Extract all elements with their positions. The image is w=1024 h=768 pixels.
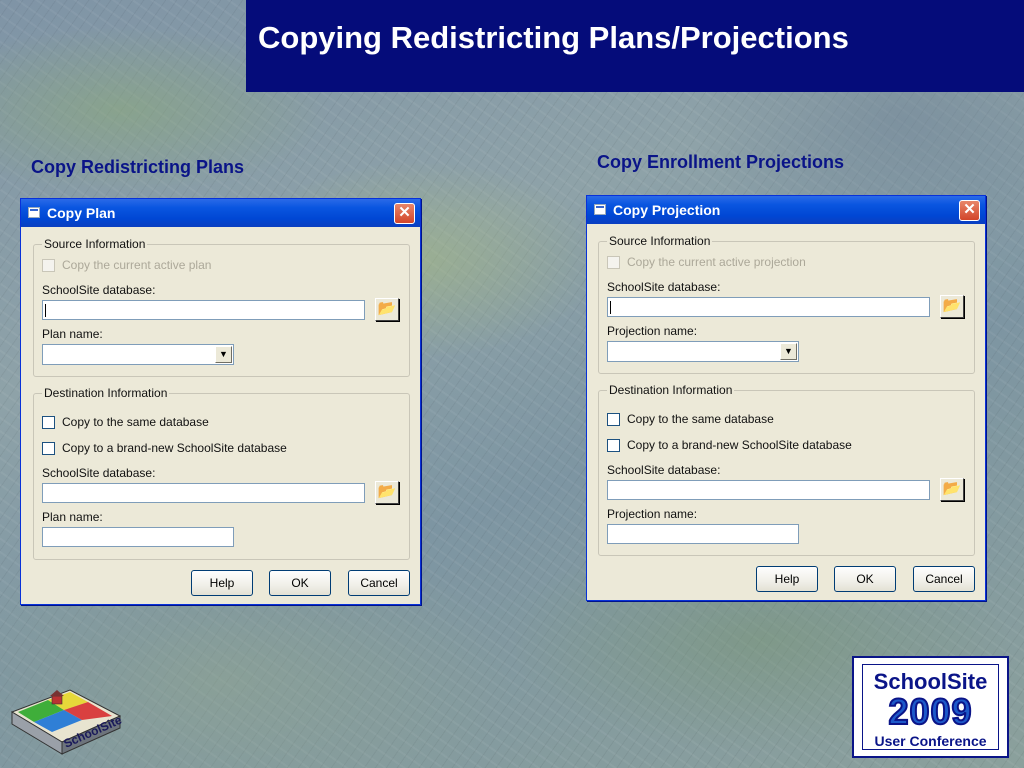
source-group-legend: Source Information bbox=[42, 237, 148, 251]
source-group-legend: Source Information bbox=[607, 234, 713, 248]
copy-active-plan-label: Copy the current active plan bbox=[62, 258, 212, 272]
dest-db-input[interactable] bbox=[607, 480, 930, 500]
dest-projection-name-input[interactable] bbox=[607, 524, 799, 544]
chevron-down-icon[interactable]: ▼ bbox=[780, 343, 797, 360]
copy-same-db-checkbox[interactable] bbox=[607, 413, 620, 426]
dest-group-legend: Destination Information bbox=[42, 386, 170, 400]
copy-same-db-label: Copy to the same database bbox=[62, 415, 209, 429]
dest-projection-name-label: Projection name: bbox=[607, 507, 698, 521]
folder-open-icon: 📂 bbox=[942, 297, 962, 314]
copy-same-db-checkbox[interactable] bbox=[42, 416, 55, 429]
copy-plan-dialog: Copy Plan ✕ Source Information Copy the … bbox=[20, 198, 421, 605]
copy-projection-title: Copy Projection bbox=[613, 202, 721, 218]
left-section-heading: Copy Redistricting Plans bbox=[31, 157, 245, 177]
copy-plan-titlebar[interactable]: Copy Plan ✕ bbox=[21, 199, 420, 227]
source-information-group: Source Information Copy the current acti… bbox=[598, 234, 975, 374]
source-db-input[interactable] bbox=[42, 300, 365, 320]
logo-right-bottom: User Conference bbox=[874, 733, 987, 749]
help-button[interactable]: Help bbox=[756, 566, 818, 592]
ok-button[interactable]: OK bbox=[269, 570, 331, 596]
copy-same-db-label: Copy to the same database bbox=[627, 412, 774, 426]
copy-projection-dialog: Copy Projection ✕ Source Information Cop… bbox=[586, 195, 986, 601]
copy-active-projection-label: Copy the current active projection bbox=[627, 255, 806, 269]
text-caret bbox=[45, 304, 46, 317]
copy-plan-title: Copy Plan bbox=[47, 205, 116, 221]
dest-plan-name-input[interactable] bbox=[42, 527, 234, 547]
cancel-button[interactable]: Cancel bbox=[913, 566, 975, 592]
text-caret bbox=[610, 301, 611, 314]
source-db-browse-button[interactable]: 📂 bbox=[940, 295, 964, 318]
source-db-browse-button[interactable]: 📂 bbox=[375, 298, 399, 321]
right-section-heading: Copy Enrollment Projections bbox=[597, 152, 845, 172]
dest-group-legend: Destination Information bbox=[607, 383, 735, 397]
close-button[interactable]: ✕ bbox=[959, 200, 980, 221]
copy-new-db-checkbox[interactable] bbox=[607, 439, 620, 452]
source-db-label: SchoolSite database: bbox=[607, 280, 721, 294]
copy-new-db-label: Copy to a brand-new SchoolSite database bbox=[62, 441, 287, 455]
plan-name-dropdown[interactable]: ▼ bbox=[42, 344, 234, 365]
source-db-input[interactable] bbox=[607, 297, 930, 317]
dest-plan-name-label: Plan name: bbox=[42, 510, 103, 524]
copy-projection-titlebar[interactable]: Copy Projection ✕ bbox=[587, 196, 985, 224]
slide-title-bar: Copying Redistricting Plans/Projections bbox=[246, 0, 1024, 92]
copy-active-plan-checkbox[interactable] bbox=[42, 259, 55, 272]
source-db-label: SchoolSite database: bbox=[42, 283, 156, 297]
user-conference-logo: SchoolSite 2009 User Conference bbox=[852, 656, 1009, 758]
copy-new-db-checkbox[interactable] bbox=[42, 442, 55, 455]
close-button[interactable]: ✕ bbox=[394, 203, 415, 224]
chevron-down-icon[interactable]: ▼ bbox=[215, 346, 232, 363]
folder-open-icon: 📂 bbox=[377, 483, 397, 500]
copy-active-projection-checkbox[interactable] bbox=[607, 256, 620, 269]
window-icon bbox=[28, 207, 40, 218]
destination-information-group: Destination Information Copy to the same… bbox=[33, 386, 410, 560]
dest-db-label: SchoolSite database: bbox=[607, 463, 721, 477]
dest-db-browse-button[interactable]: 📂 bbox=[940, 478, 964, 501]
projection-name-dropdown[interactable]: ▼ bbox=[607, 341, 799, 362]
cancel-button[interactable]: Cancel bbox=[348, 570, 410, 596]
plan-name-label: Plan name: bbox=[42, 327, 103, 341]
dest-db-label: SchoolSite database: bbox=[42, 466, 156, 480]
logo-frame: SchoolSite 2009 User Conference bbox=[862, 664, 999, 750]
destination-information-group: Destination Information Copy to the same… bbox=[598, 383, 975, 556]
slide-title: Copying Redistricting Plans/Projections bbox=[258, 20, 849, 55]
window-icon bbox=[594, 204, 606, 215]
source-information-group: Source Information Copy the current acti… bbox=[33, 237, 410, 377]
schoolsite-logo-icon: SchoolSite bbox=[10, 689, 123, 755]
folder-open-icon: 📂 bbox=[942, 480, 962, 497]
folder-open-icon: 📂 bbox=[377, 300, 397, 317]
ok-button[interactable]: OK bbox=[834, 566, 896, 592]
projection-name-label: Projection name: bbox=[607, 324, 698, 338]
dest-db-browse-button[interactable]: 📂 bbox=[375, 481, 399, 504]
copy-new-db-label: Copy to a brand-new SchoolSite database bbox=[627, 438, 852, 452]
help-button[interactable]: Help bbox=[191, 570, 253, 596]
dest-db-input[interactable] bbox=[42, 483, 365, 503]
logo-right-year: 2009 bbox=[887, 690, 973, 733]
